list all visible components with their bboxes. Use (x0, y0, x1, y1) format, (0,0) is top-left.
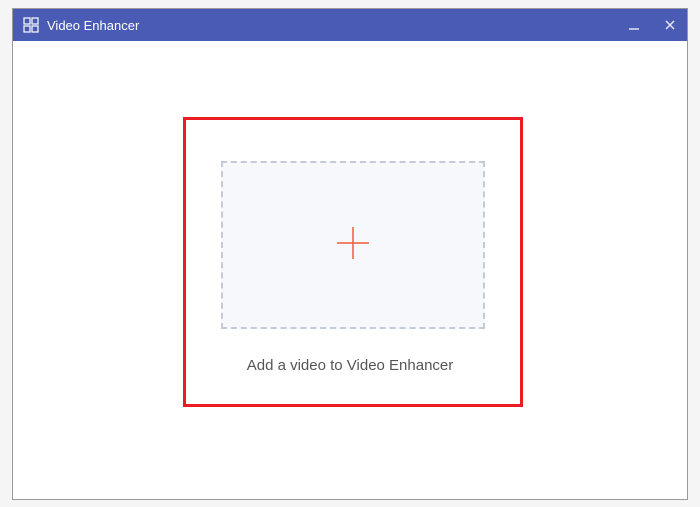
app-title: Video Enhancer (47, 18, 625, 33)
content-area: Add a video to Video Enhancer (13, 41, 687, 499)
window-controls (625, 16, 679, 34)
close-button[interactable] (661, 16, 679, 34)
add-video-dropzone[interactable] (221, 161, 485, 329)
minimize-button[interactable] (625, 16, 643, 34)
app-icon (23, 17, 39, 33)
plus-icon (331, 221, 375, 270)
titlebar: Video Enhancer (13, 9, 687, 41)
app-window: Video Enhancer Add (12, 8, 688, 500)
instruction-label: Add a video to Video Enhancer (13, 357, 687, 374)
